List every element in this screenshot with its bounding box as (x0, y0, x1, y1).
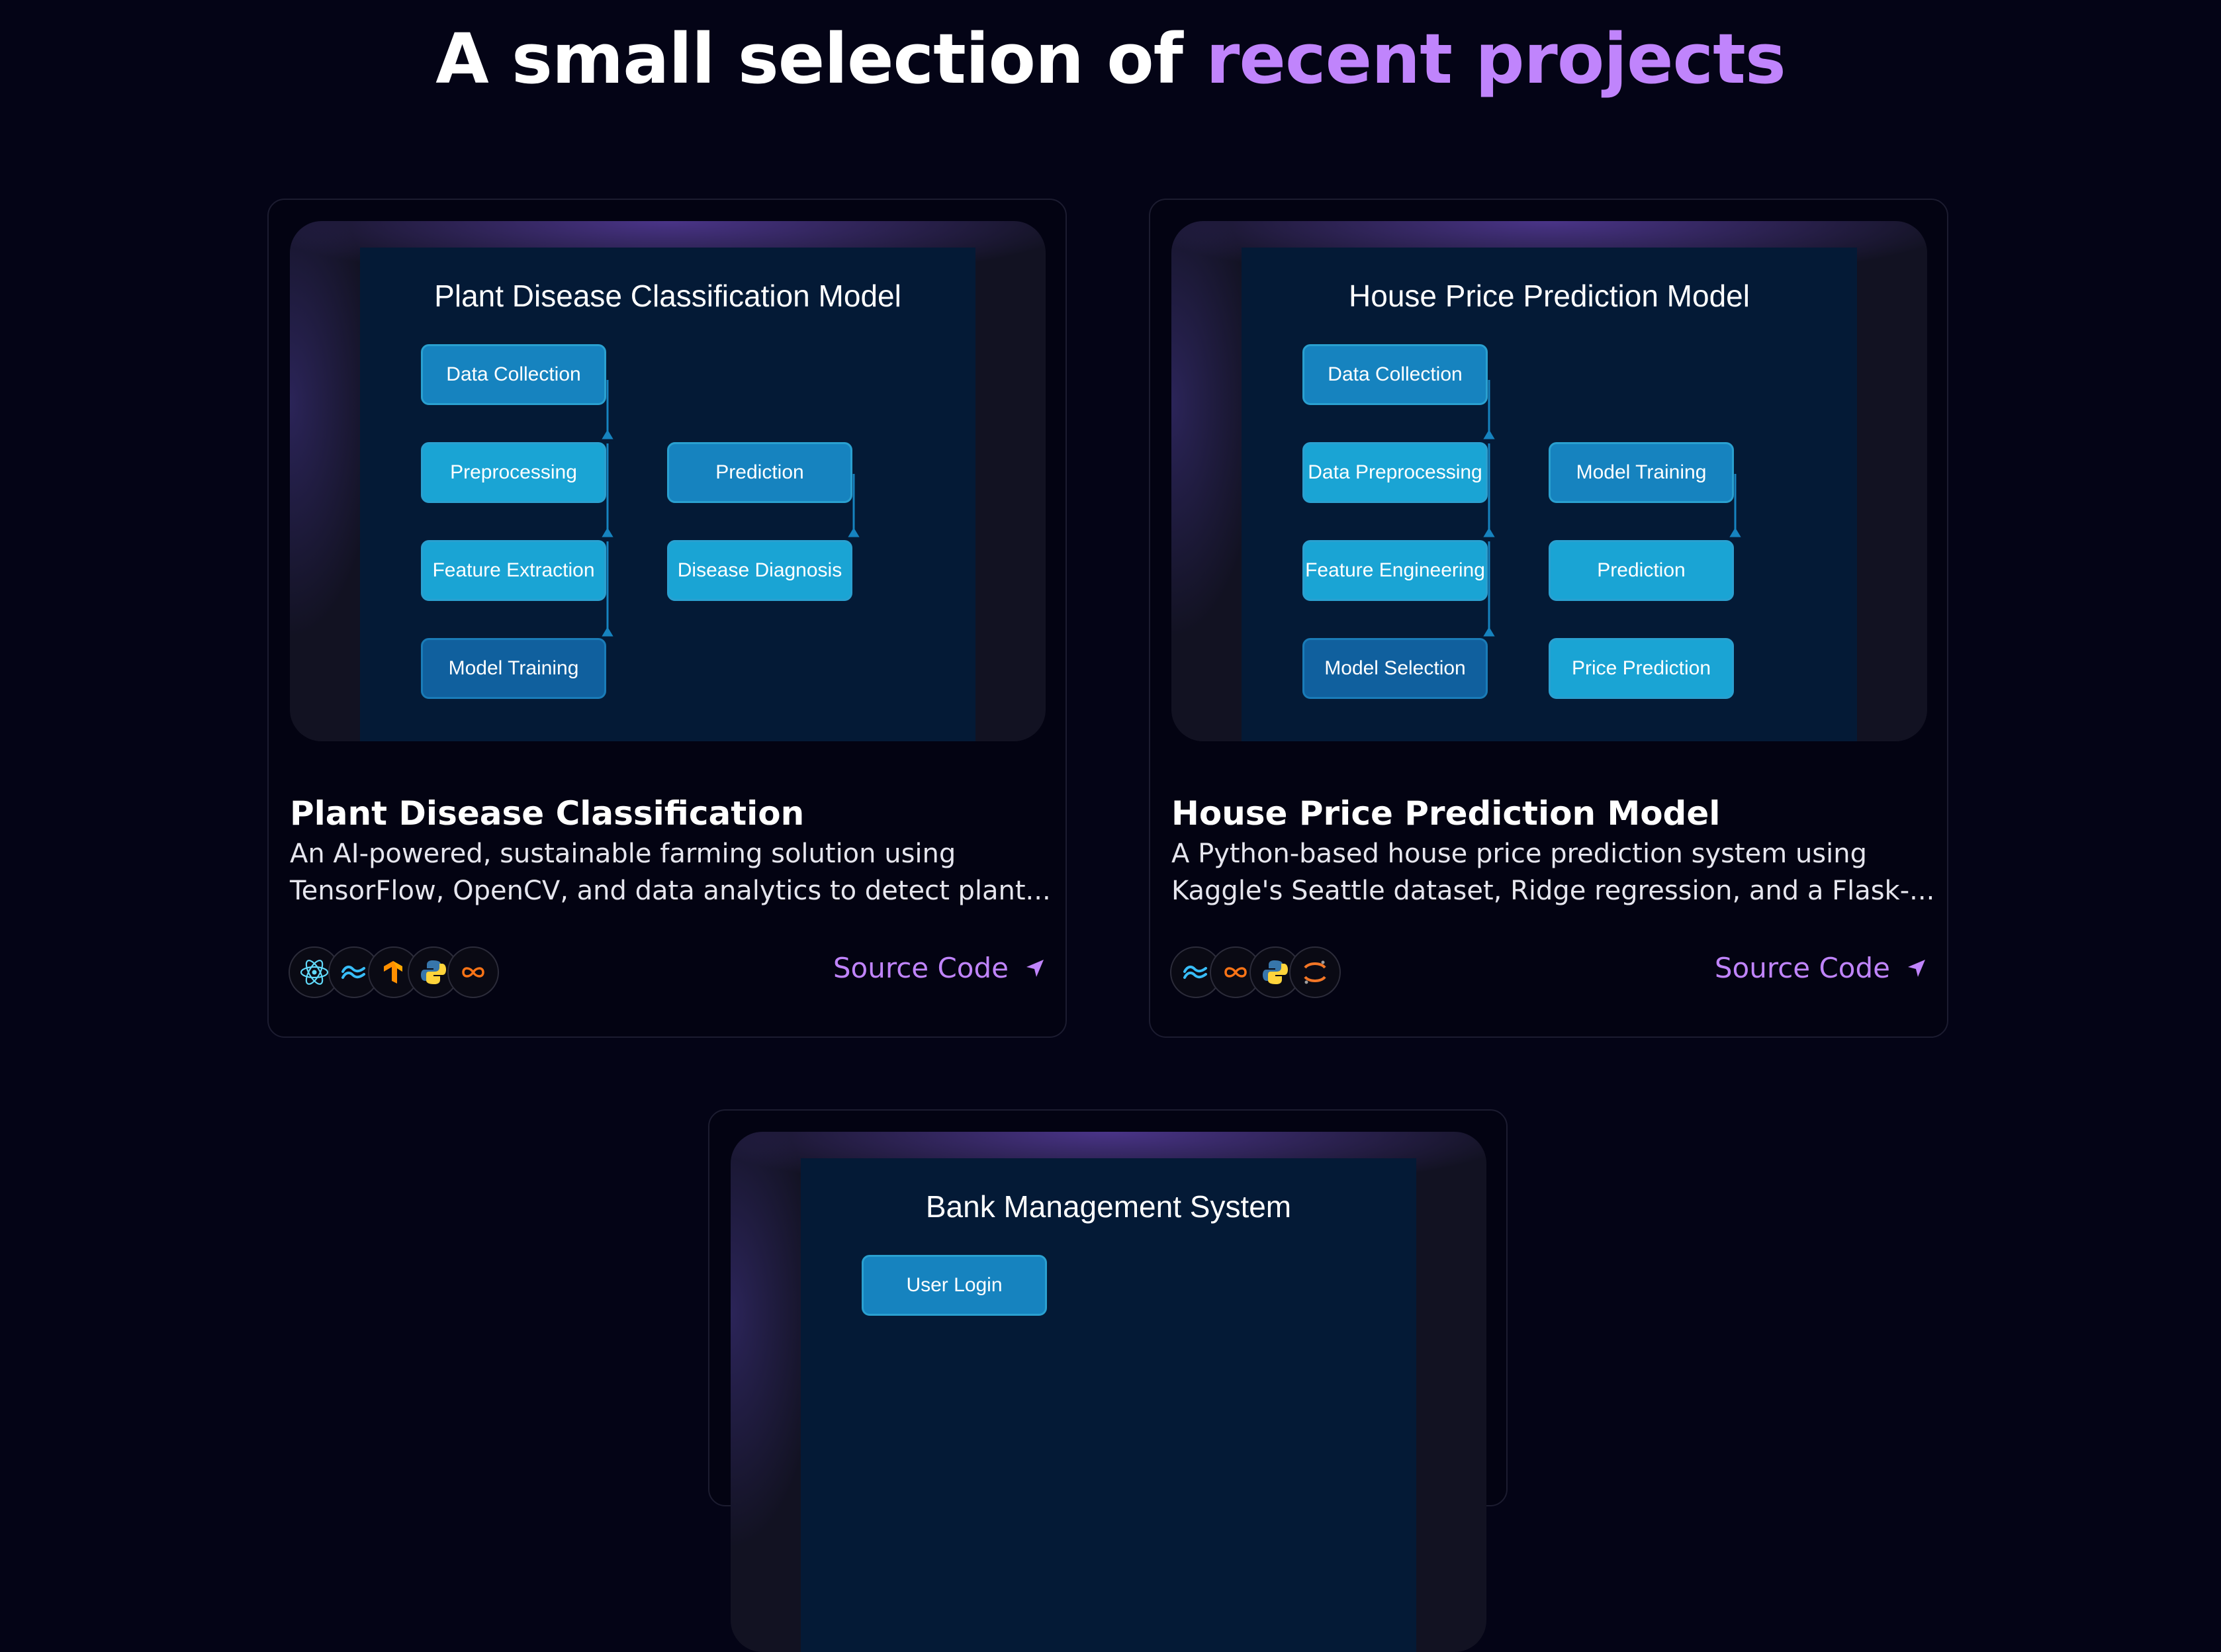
node-preprocessing: Preprocessing (421, 442, 606, 503)
diagram-title: Bank Management System (925, 1189, 1292, 1224)
node-disease-diagnosis: Disease Diagnosis (667, 540, 852, 601)
project-preview: Plant Disease Classification Model Data … (290, 221, 1046, 741)
flow-diagram: House Price Prediction Model Data Collec… (1242, 248, 1857, 741)
project-title: House Price Prediction Model (1171, 794, 1721, 833)
node-user-login: User Login (862, 1255, 1047, 1316)
node-prediction: Prediction (1549, 540, 1734, 601)
node-model-training: Model Training (1549, 442, 1734, 503)
tech-stack (289, 946, 499, 1001)
project-card-house-price[interactable]: House Price Prediction Model Data Collec… (1149, 199, 1948, 1038)
send-arrow-icon (1024, 958, 1046, 979)
node-model-training: Model Training (421, 638, 606, 699)
project-description: An AI-powered, sustainable farming solut… (290, 839, 1051, 906)
tech-stack (1170, 946, 1341, 1001)
node-feature-engineering: Feature Engineering (1302, 540, 1488, 601)
node-data-collection: Data Collection (421, 344, 606, 405)
node-data-collection: Data Collection (1302, 344, 1488, 405)
source-code-label: Source Code (833, 952, 1009, 984)
project-card-plant-disease[interactable]: Plant Disease Classification Model Data … (267, 199, 1067, 1038)
node-model-selection: Model Selection (1302, 638, 1488, 699)
project-card-bank-management[interactable]: Bank Management System User Login (708, 1109, 1508, 1652)
project-title: Plant Disease Classification (290, 794, 805, 833)
node-data-preprocessing: Data Preprocessing (1302, 442, 1488, 503)
source-code-link[interactable]: Source Code (1715, 952, 1927, 984)
flow-diagram: Plant Disease Classification Model Data … (360, 248, 975, 741)
send-arrow-icon (1906, 958, 1927, 979)
flow-diagram: Bank Management System User Login (801, 1158, 1416, 1652)
source-code-link[interactable]: Source Code (833, 952, 1046, 984)
infinity-icon (447, 946, 499, 998)
node-feature-extraction: Feature Extraction (421, 540, 606, 601)
heading-text: A small selection of (435, 19, 1206, 99)
node-price-prediction: Price Prediction (1549, 638, 1734, 699)
project-preview: House Price Prediction Model Data Collec… (1171, 221, 1927, 741)
project-description: A Python-based house price prediction sy… (1171, 839, 1935, 906)
diagram-title: House Price Prediction Model (1349, 279, 1750, 313)
heading-accent: recent projects (1206, 19, 1786, 99)
project-preview: Bank Management System User Login (731, 1132, 1486, 1652)
source-code-label: Source Code (1714, 952, 1890, 984)
diagram-title: Plant Disease Classification Model (434, 279, 901, 313)
node-prediction: Prediction (667, 442, 852, 503)
jupyter-icon (1289, 946, 1341, 998)
section-heading: A small selection of recent projects (0, 19, 2221, 99)
